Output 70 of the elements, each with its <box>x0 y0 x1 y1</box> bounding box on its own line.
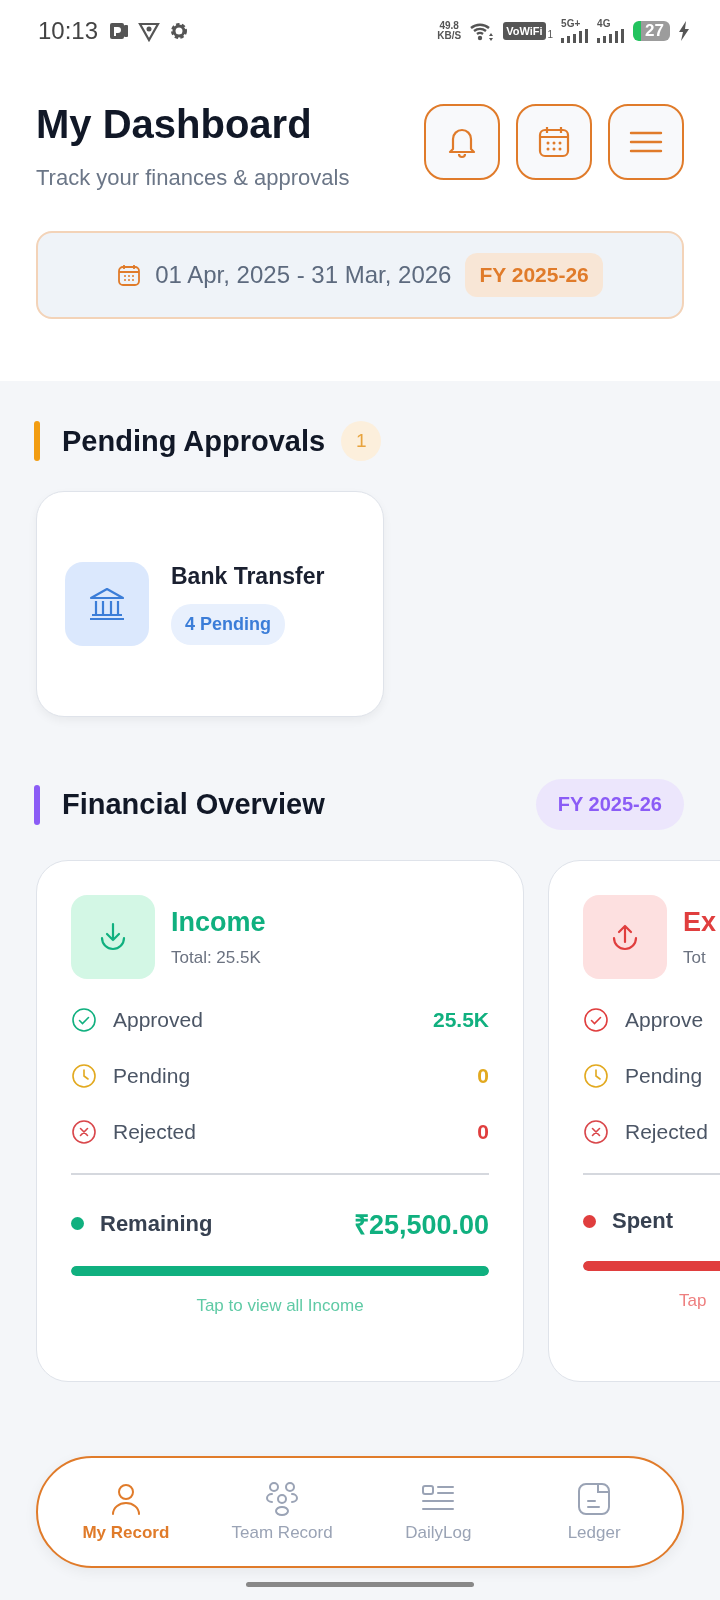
status-label: Rejected <box>113 1120 196 1144</box>
network-type: 4G <box>597 19 611 29</box>
fiscal-year-badge: FY 2025-26 <box>465 253 603 297</box>
clock-icon <box>583 1063 609 1089</box>
nav-tab[interactable]: Ledger <box>544 1481 645 1543</box>
section-accent <box>34 784 40 825</box>
status-label: Approve <box>625 1008 704 1032</box>
nav-tab[interactable]: DailyLog <box>388 1481 489 1543</box>
menu-icon <box>629 130 663 154</box>
date-range: 01 Apr, 2025 - 31 Mar, 2026 <box>155 261 452 289</box>
charging-icon <box>678 21 690 41</box>
approval-name: Bank Transfer <box>171 563 325 590</box>
group-icon <box>264 1481 301 1517</box>
finance-card[interactable]: Ex Tot Approve Pending Rejected Spent Tap <box>548 860 720 1382</box>
summary-label: Remaining <box>100 1210 213 1237</box>
pending-badge: 4 Pending <box>171 604 285 645</box>
status-dot <box>71 1217 84 1230</box>
parking-app-icon <box>108 20 131 42</box>
status-label: Pending <box>113 1064 191 1088</box>
notifications-button[interactable] <box>424 104 500 180</box>
status-label: Pending <box>625 1064 703 1088</box>
shield-icon <box>138 20 161 42</box>
nav-tab[interactable]: Team Record <box>231 1481 333 1543</box>
nav-tab[interactable]: My Record <box>75 1481 176 1543</box>
section-accent <box>34 421 40 461</box>
section-title: Financial Overview <box>62 788 325 821</box>
summary-label: Spent <box>612 1208 674 1234</box>
upload-icon <box>583 895 667 979</box>
section-title: Pending Approvals <box>62 424 326 458</box>
date-range-bar[interactable]: 01 Apr, 2025 - 31 Mar, 2026 FY 2025-26 <box>36 231 684 319</box>
menu-button[interactable] <box>608 104 684 180</box>
card-total: Total: 25.5K <box>171 947 262 968</box>
cross-circle-icon <box>71 1119 97 1145</box>
sim-index: 1 <box>547 29 554 40</box>
signal-icon <box>597 29 626 43</box>
fiscal-year-badge: FY 2025-26 <box>535 779 684 830</box>
network-type: 5G+ <box>561 19 581 29</box>
clock-icon <box>71 1063 97 1089</box>
status-label: Approved <box>113 1008 203 1032</box>
approval-card[interactable]: Bank Transfer 4 Pending <box>36 491 384 717</box>
speed-unit: KB/S <box>437 31 462 42</box>
page-subtitle: Track your finances & approvals <box>36 165 350 191</box>
calendar-icon <box>537 125 571 159</box>
card-total: Tot <box>683 947 707 968</box>
bank-icon <box>65 562 149 646</box>
note-icon <box>576 1481 613 1517</box>
card-title: Ex <box>683 906 717 938</box>
calendar-icon <box>117 263 142 287</box>
card-title: Income <box>171 906 266 938</box>
status-amount: 0 <box>477 1064 489 1088</box>
vowifi-badge: VoWiFi <box>503 22 546 40</box>
check-circle-icon <box>71 1007 97 1033</box>
battery-level: 27 <box>633 21 670 41</box>
status-amount: 25.5K <box>432 1008 489 1032</box>
status-time: 10:13 <box>38 17 99 45</box>
download-icon <box>71 895 155 979</box>
calendar-button[interactable] <box>516 104 592 180</box>
page-title: My Dashboard <box>36 102 313 147</box>
count-badge: 1 <box>341 421 382 461</box>
signal-icon <box>561 29 590 43</box>
network-speed: 49.8 <box>439 20 459 31</box>
finance-card[interactable]: Income Total: 25.5K Approved 25.5K Pending 0 Rejected 0 Remaining ₹25,500.00 Tap to view all Income <box>36 860 524 1382</box>
summary-amount: ₹25,500.00 <box>353 1209 489 1242</box>
status-amount: 0 <box>477 1120 489 1144</box>
status-label: Rejected <box>625 1120 708 1144</box>
view-all-link[interactable]: Tap <box>679 1291 707 1311</box>
view-all-link[interactable]: Tap to view all Income <box>196 1296 364 1316</box>
cross-circle-icon <box>583 1119 609 1145</box>
check-circle-icon <box>583 1007 609 1033</box>
status-dot <box>583 1214 596 1228</box>
